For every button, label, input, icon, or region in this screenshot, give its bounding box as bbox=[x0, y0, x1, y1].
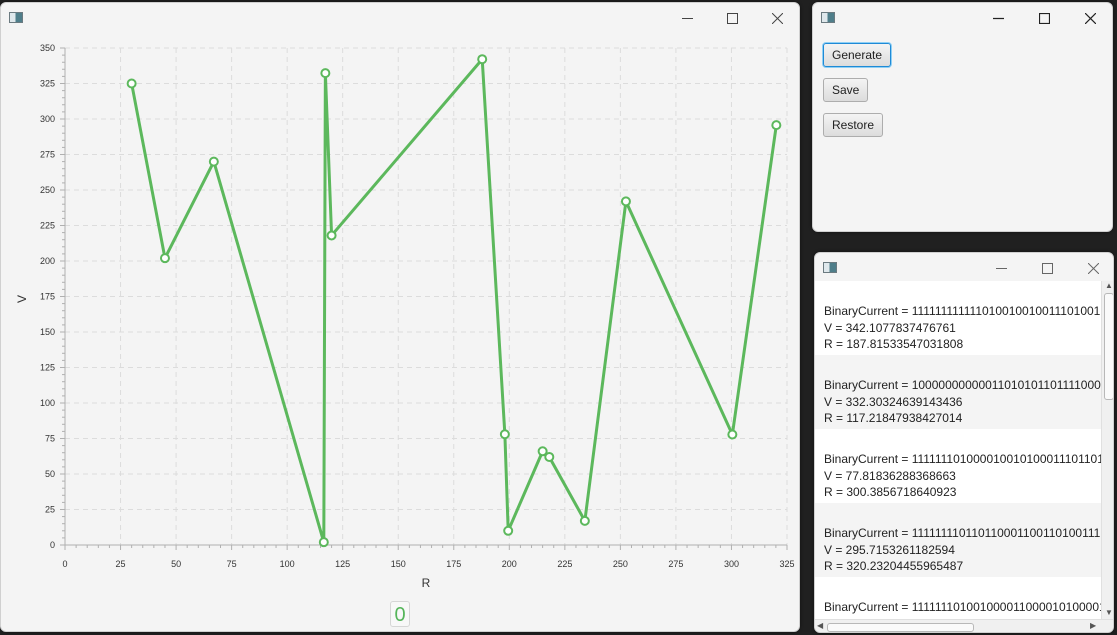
y-tick-label: 350 bbox=[40, 43, 55, 53]
close-icon bbox=[1084, 12, 1096, 24]
app-icon bbox=[823, 262, 837, 273]
horizontal-scrollbar[interactable]: ◀ ▶ bbox=[815, 619, 1113, 632]
y-tick-label: 100 bbox=[40, 398, 55, 408]
y-tick-label: 150 bbox=[40, 327, 55, 337]
r-value-text: R = 187.81533547031808 bbox=[824, 337, 964, 351]
binary-current-text: BinaryCurrent = 111111110110110001100110… bbox=[824, 526, 1101, 540]
y-tick-label: 75 bbox=[45, 434, 55, 444]
vertical-scrollbar[interactable]: ▲ ▼ bbox=[1101, 281, 1113, 620]
x-tick-label: 150 bbox=[391, 559, 406, 569]
maximize-icon bbox=[1038, 12, 1050, 24]
data-point bbox=[727, 429, 738, 440]
control-window-titlebar bbox=[813, 3, 1112, 33]
v-value-text: V = 332.30324639143436 bbox=[824, 394, 963, 409]
r-value-text: R = 117.21847938427014 bbox=[824, 411, 963, 425]
horizontal-scroll-thumb[interactable] bbox=[827, 623, 974, 632]
log-entry: BinaryCurrent = 100000000000110101011011… bbox=[815, 355, 1101, 429]
y-tick-label: 125 bbox=[40, 363, 55, 373]
y-tick-label: 175 bbox=[40, 292, 55, 302]
x-tick-label: 75 bbox=[227, 559, 237, 569]
data-point bbox=[159, 253, 170, 264]
save-button[interactable]: Save bbox=[823, 78, 869, 102]
x-tick-label: 300 bbox=[724, 559, 739, 569]
counter-label: 0 bbox=[390, 601, 410, 627]
data-point bbox=[208, 156, 219, 167]
close-button[interactable] bbox=[1070, 253, 1113, 283]
y-tick-label: 275 bbox=[40, 150, 55, 160]
x-tick-label: 0 bbox=[62, 559, 67, 569]
v-value-text: V = 77.81836288368663 bbox=[824, 468, 956, 483]
x-tick-label: 325 bbox=[779, 559, 794, 569]
x-tick-label: 275 bbox=[668, 559, 683, 569]
data-point bbox=[318, 537, 329, 548]
y-tick-label: 50 bbox=[45, 469, 55, 479]
binary-current-text: BinaryCurrent = 111111101001000011000010… bbox=[824, 600, 1101, 614]
scroll-left-arrow-icon[interactable]: ◀ bbox=[817, 621, 823, 630]
r-value-text: R = 300.3856718640923 bbox=[824, 485, 957, 499]
maximize-button[interactable] bbox=[1024, 253, 1070, 283]
control-window: Generate Save Restore bbox=[812, 2, 1113, 232]
chart-grid bbox=[65, 47, 788, 545]
chart-axes: 0 25 50 75 100 125 150 175 200 225 250 275 300 325 0 25… bbox=[40, 43, 795, 569]
x-tick-label: 50 bbox=[171, 559, 181, 569]
y-axis-label: V bbox=[15, 295, 29, 303]
restore-button[interactable]: Restore bbox=[823, 113, 884, 137]
x-tick-label: 100 bbox=[280, 559, 295, 569]
binary-current-text: BinaryCurrent = 111111111111010010010011… bbox=[824, 304, 1101, 318]
y-tick-label: 250 bbox=[40, 185, 55, 195]
data-point bbox=[126, 78, 137, 89]
r-value-text: R = 320.23204455965487 bbox=[824, 559, 964, 573]
v-value-text: V = 295.7153261182594 bbox=[824, 542, 955, 557]
data-point bbox=[579, 515, 590, 526]
binary-current-text: BinaryCurrent = 111111101000010010100011… bbox=[824, 452, 1101, 466]
y-tick-label: 325 bbox=[40, 79, 55, 89]
x-axis-label: R bbox=[422, 576, 431, 590]
x-tick-label: 250 bbox=[613, 559, 628, 569]
log-window-titlebar bbox=[815, 253, 1113, 283]
generate-button[interactable]: Generate bbox=[823, 43, 892, 67]
data-point bbox=[326, 230, 337, 241]
log-entry: BinaryCurrent = 111111101000010010100011… bbox=[815, 429, 1101, 503]
log-entry: BinaryCurrent = 111111111111010010010011… bbox=[815, 281, 1101, 355]
data-point bbox=[771, 120, 782, 131]
y-tick-label: 300 bbox=[40, 114, 55, 124]
x-tick-label: 175 bbox=[446, 559, 461, 569]
minimize-icon bbox=[995, 267, 1007, 269]
vertical-scroll-thumb[interactable] bbox=[1104, 293, 1113, 400]
x-tick-label: 225 bbox=[557, 559, 572, 569]
data-point bbox=[477, 54, 488, 65]
log-entry: BinaryCurrent = 111111101001000011000010… bbox=[815, 577, 1101, 620]
log-window: BinaryCurrent = 111111111111010010010011… bbox=[814, 252, 1114, 633]
scroll-right-arrow-icon[interactable]: ▶ bbox=[1090, 621, 1096, 630]
line-chart: 0 25 50 75 100 125 150 175 200 225 250 275 300 325 0 25… bbox=[15, 43, 795, 590]
data-point bbox=[499, 429, 510, 440]
data-point bbox=[320, 68, 331, 79]
minimize-button[interactable] bbox=[978, 253, 1024, 283]
data-point bbox=[503, 525, 514, 536]
minimize-button[interactable] bbox=[975, 3, 1021, 33]
y-tick-label: 0 bbox=[50, 540, 55, 550]
x-tick-label: 200 bbox=[502, 559, 517, 569]
app-icon bbox=[821, 12, 835, 23]
minimize-icon bbox=[992, 17, 1004, 19]
maximize-icon bbox=[1041, 262, 1053, 274]
scroll-down-arrow-icon[interactable]: ▼ bbox=[1105, 608, 1113, 617]
maximize-button[interactable] bbox=[1021, 3, 1067, 33]
y-tick-label: 25 bbox=[45, 505, 55, 515]
close-button[interactable] bbox=[1067, 3, 1112, 33]
log-list[interactable]: BinaryCurrent = 111111111111010010010011… bbox=[815, 281, 1101, 620]
y-tick-label: 200 bbox=[40, 256, 55, 266]
data-point bbox=[620, 196, 631, 207]
close-icon bbox=[1087, 262, 1099, 274]
x-tick-label: 125 bbox=[335, 559, 350, 569]
x-tick-label: 25 bbox=[116, 559, 126, 569]
binary-current-text: BinaryCurrent = 100000000000110101011011… bbox=[824, 378, 1101, 392]
v-value-text: V = 342.1077837476761 bbox=[824, 320, 956, 335]
log-entry: BinaryCurrent = 111111110110110001100110… bbox=[815, 503, 1101, 577]
y-tick-label: 225 bbox=[40, 221, 55, 231]
chart-window: 0 25 50 75 100 125 150 175 200 225 250 275 300 325 0 25… bbox=[0, 2, 800, 632]
data-point bbox=[544, 451, 555, 462]
scroll-up-arrow-icon[interactable]: ▲ bbox=[1105, 281, 1113, 290]
